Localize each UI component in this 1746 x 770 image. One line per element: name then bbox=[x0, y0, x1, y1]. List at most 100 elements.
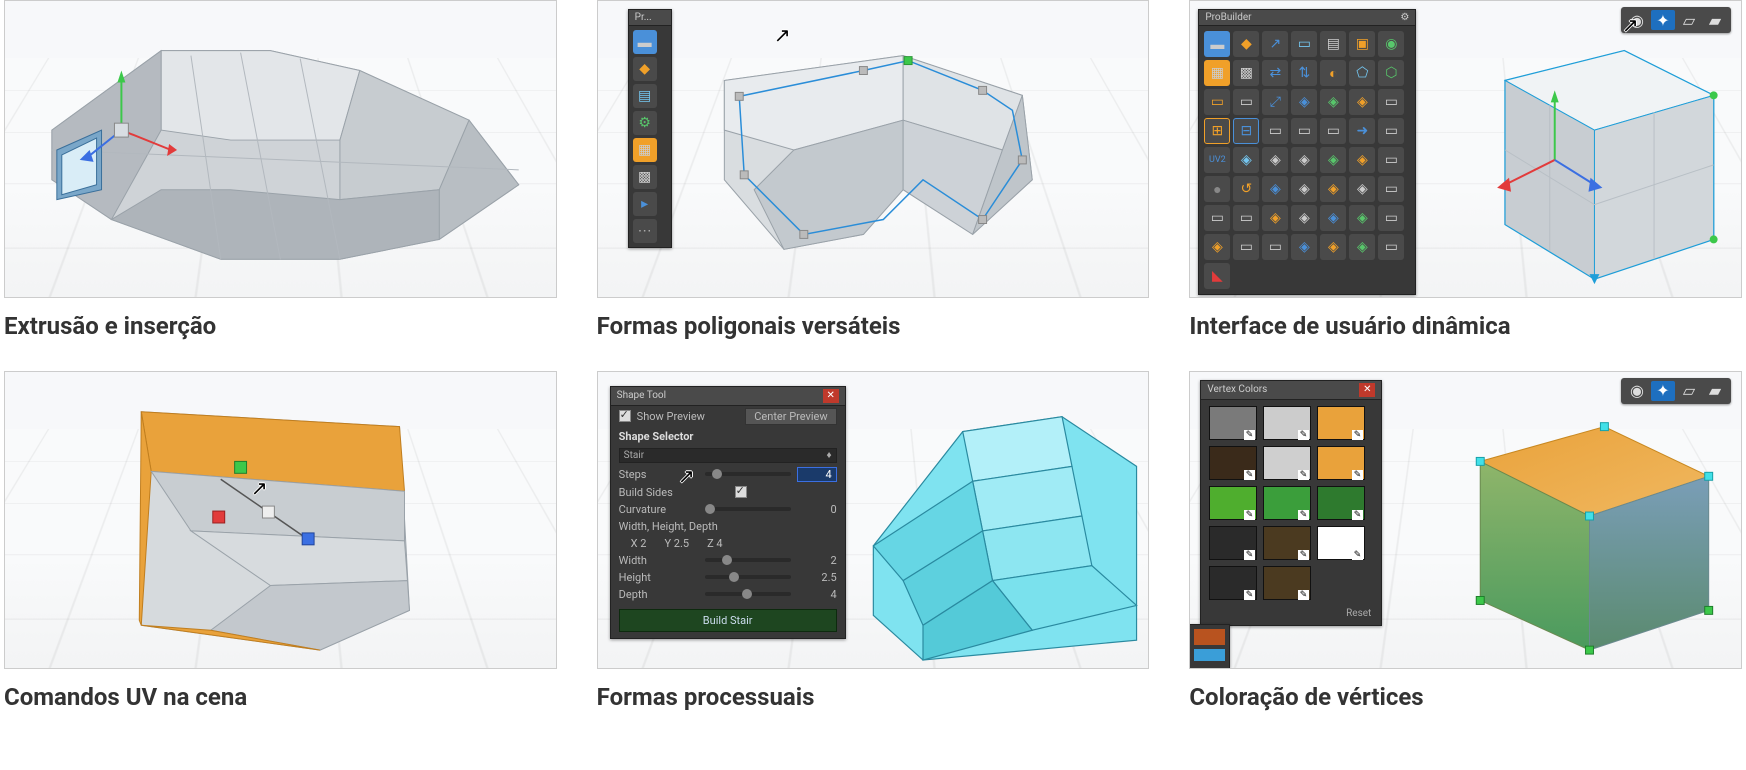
shape-tool-panel[interactable]: Shape Tool ✕ Show Preview Center Preview… bbox=[610, 386, 846, 639]
vertex-colors-panel[interactable]: Vertex Colors ✕ bbox=[1200, 380, 1382, 626]
color-swatch[interactable] bbox=[1263, 566, 1311, 600]
build-stair-button[interactable]: Build Stair bbox=[619, 609, 837, 632]
tool-icon[interactable]: ⇅ bbox=[1291, 60, 1317, 86]
color-swatch[interactable] bbox=[1194, 649, 1225, 661]
uv-icon[interactable]: ▩ bbox=[633, 165, 657, 189]
probuilder-panel[interactable]: ProBuilder⚙ ▬ ◆ ↗ ▭ ▤ ▣ ◉ ▦ ▩ ⇄ ⇅ ◐ ⬠ ⬡ bbox=[1198, 9, 1416, 295]
tool-icon[interactable]: ● bbox=[1204, 176, 1230, 202]
tool-icon[interactable]: ▭ bbox=[1378, 147, 1404, 173]
color-swatch[interactable] bbox=[1209, 526, 1257, 560]
tool-icon[interactable]: ▭ bbox=[1378, 176, 1404, 202]
tool-icon[interactable]: ⬡ bbox=[1378, 60, 1404, 86]
settings-icon[interactable]: ⚙ bbox=[633, 111, 657, 135]
tool-icon[interactable]: ◈ bbox=[1204, 234, 1230, 260]
tool-icon[interactable]: ◈ bbox=[1262, 147, 1288, 173]
tool-icon[interactable]: ◈ bbox=[1233, 147, 1259, 173]
mode-edge-icon[interactable]: ▱ bbox=[1677, 10, 1701, 30]
color-swatch[interactable] bbox=[1263, 446, 1311, 480]
panel-title[interactable]: Shape Tool ✕ bbox=[611, 387, 845, 406]
poly-icon[interactable]: ◆ bbox=[633, 57, 657, 81]
mode-edge-icon[interactable]: ▱ bbox=[1677, 381, 1701, 401]
steps-value[interactable]: 4 bbox=[797, 467, 837, 482]
color-swatch[interactable] bbox=[1194, 629, 1225, 645]
close-icon[interactable]: ✕ bbox=[823, 389, 839, 403]
tool-icon[interactable]: ▭ bbox=[1233, 234, 1259, 260]
mode-face-icon[interactable]: ▰ bbox=[1703, 10, 1727, 30]
reset-button[interactable]: Reset bbox=[1201, 606, 1381, 625]
tool-icon[interactable]: ◈ bbox=[1320, 205, 1346, 231]
color-swatch[interactable] bbox=[1317, 446, 1365, 480]
close-icon[interactable]: ✕ bbox=[1359, 383, 1375, 397]
tool-icon[interactable]: ◈ bbox=[1291, 176, 1317, 202]
tool-icon[interactable]: ▬ bbox=[1204, 31, 1230, 57]
tool-icon[interactable]: ◈ bbox=[1320, 147, 1346, 173]
tool-icon[interactable]: ◈ bbox=[1262, 205, 1288, 231]
tool-icon[interactable]: ⊞ bbox=[1204, 118, 1230, 144]
tool-icon[interactable]: ◈ bbox=[1349, 234, 1375, 260]
tool-icon[interactable]: ◈ bbox=[1320, 176, 1346, 202]
tool-icon[interactable]: ▩ bbox=[1233, 60, 1259, 86]
color-swatch[interactable] bbox=[1209, 406, 1257, 440]
tool-icon[interactable]: ▦ bbox=[1204, 60, 1230, 86]
show-preview-checkbox[interactable] bbox=[619, 410, 631, 422]
tool-icon[interactable]: ▣ bbox=[1349, 31, 1375, 57]
tool-icon[interactable]: ◉ bbox=[1378, 31, 1404, 57]
tool-icon[interactable]: ◈ bbox=[1349, 147, 1375, 173]
mode-vertex-icon[interactable]: ✦ bbox=[1651, 381, 1675, 401]
tool-icon[interactable]: ◈ bbox=[1349, 205, 1375, 231]
shape-icon[interactable]: ▬ bbox=[633, 30, 657, 54]
stair-icon[interactable]: ▤ bbox=[633, 84, 657, 108]
steps-slider[interactable] bbox=[705, 472, 791, 476]
color-swatch[interactable] bbox=[1263, 526, 1311, 560]
tool-icon[interactable]: ◈ bbox=[1349, 176, 1375, 202]
color-swatch[interactable] bbox=[1263, 486, 1311, 520]
tool-icon[interactable]: ◈ bbox=[1291, 147, 1317, 173]
tool-icon[interactable]: ◐ bbox=[1320, 60, 1346, 86]
tool-icon[interactable]: ↺ bbox=[1233, 176, 1259, 202]
tool-icon[interactable]: ▭ bbox=[1204, 89, 1230, 115]
tool-icon[interactable]: ▭ bbox=[1233, 205, 1259, 231]
height-slider[interactable] bbox=[705, 575, 791, 579]
color-swatch[interactable] bbox=[1209, 566, 1257, 600]
color-swatch[interactable] bbox=[1317, 526, 1365, 560]
tool-icon[interactable]: ▭ bbox=[1378, 89, 1404, 115]
shape-dropdown[interactable]: Stair♦ bbox=[619, 448, 837, 463]
tool-icon[interactable]: ▭ bbox=[1291, 31, 1317, 57]
tool-icon[interactable]: ▭ bbox=[1262, 118, 1288, 144]
tool-icon[interactable]: ◈ bbox=[1320, 234, 1346, 260]
mode-face-icon[interactable]: ▰ bbox=[1703, 381, 1727, 401]
vertex-icon[interactable]: ▸ bbox=[633, 192, 657, 216]
tool-icon[interactable]: ◣ bbox=[1204, 263, 1230, 289]
tool-icon[interactable]: ▭ bbox=[1204, 205, 1230, 231]
tool-icon[interactable]: ▭ bbox=[1378, 234, 1404, 260]
tool-icon[interactable]: ➜ bbox=[1349, 118, 1375, 144]
depth-slider[interactable] bbox=[705, 592, 791, 596]
tool-icon[interactable]: ◈ bbox=[1349, 89, 1375, 115]
tool-icon[interactable]: ⇄ bbox=[1262, 60, 1288, 86]
selection-mode-bar[interactable]: ◉ ✦ ▱ ▰ bbox=[1621, 378, 1731, 404]
curvature-slider[interactable] bbox=[705, 507, 791, 511]
tool-icon[interactable]: ▭ bbox=[1262, 234, 1288, 260]
panel-title[interactable]: Vertex Colors ✕ bbox=[1201, 381, 1381, 400]
mode-object-icon[interactable]: ◉ bbox=[1625, 381, 1649, 401]
width-slider[interactable] bbox=[705, 558, 791, 562]
tool-icon[interactable]: ◈ bbox=[1291, 205, 1317, 231]
tool-icon[interactable]: ⤢ bbox=[1262, 89, 1288, 115]
material-icon[interactable]: ▦ bbox=[633, 138, 657, 162]
mode-vertex-icon[interactable]: ✦ bbox=[1651, 10, 1675, 30]
probuilder-mini-panel[interactable]: Pr... ▬ ◆ ▤ ⚙ ▦ ▩ ▸ ⋯ bbox=[628, 9, 672, 248]
color-swatch[interactable] bbox=[1317, 406, 1365, 440]
color-swatch[interactable] bbox=[1209, 486, 1257, 520]
color-swatch[interactable] bbox=[1263, 406, 1311, 440]
tool-icon[interactable]: ▭ bbox=[1320, 118, 1346, 144]
tool-icon[interactable]: ⊟ bbox=[1233, 118, 1259, 144]
tool-icon[interactable]: ⬠ bbox=[1349, 60, 1375, 86]
tool-icon[interactable]: ▤ bbox=[1320, 31, 1346, 57]
build-sides-checkbox[interactable] bbox=[735, 486, 747, 498]
tool-icon[interactable]: ◈ bbox=[1291, 89, 1317, 115]
color-swatch[interactable] bbox=[1317, 486, 1365, 520]
tool-icon[interactable]: ↗ bbox=[1262, 31, 1288, 57]
color-swatch[interactable] bbox=[1209, 446, 1257, 480]
tool-icon[interactable]: UV2 bbox=[1204, 147, 1230, 173]
center-preview-button[interactable]: Center Preview bbox=[745, 408, 836, 425]
